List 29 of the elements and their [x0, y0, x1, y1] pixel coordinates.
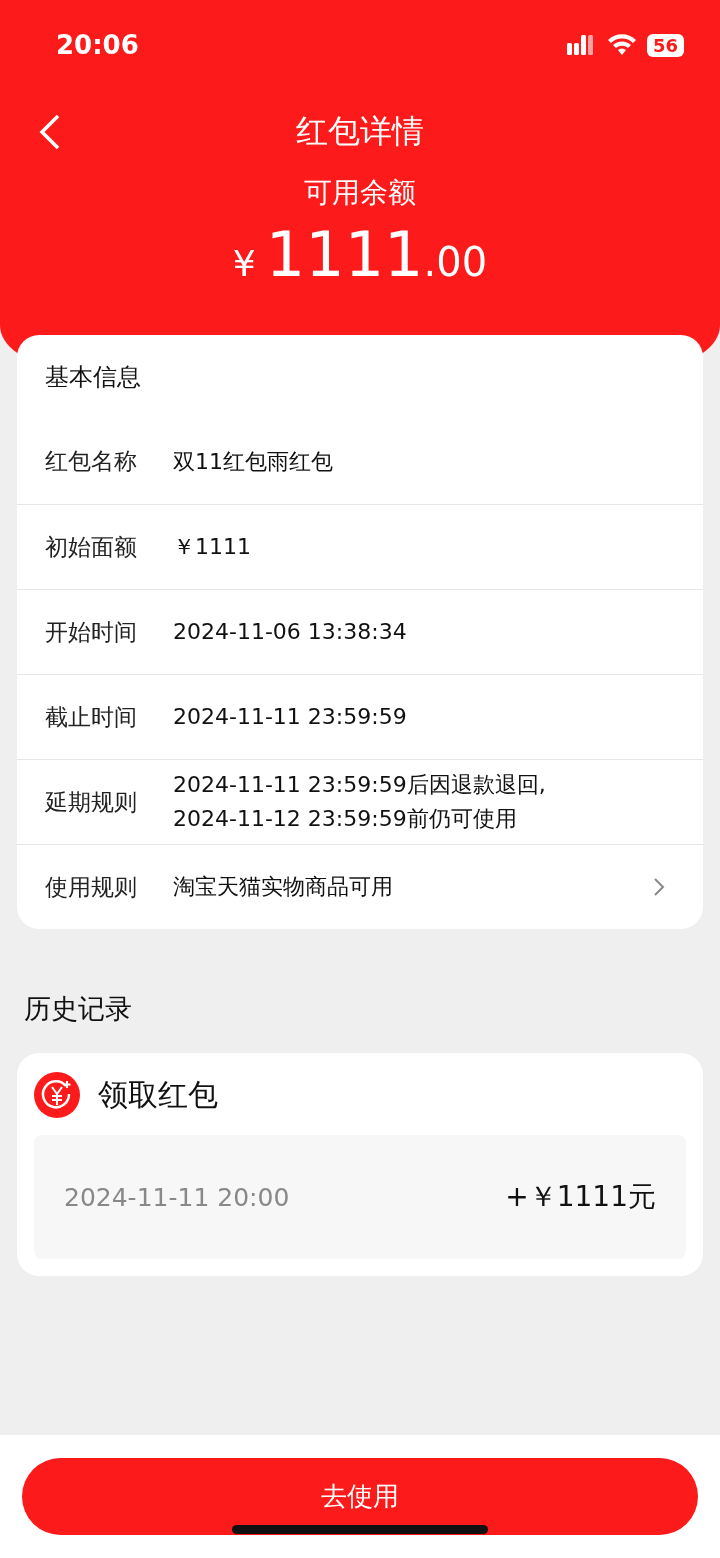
field-value: ￥1111 — [173, 533, 252, 561]
field-label: 开始时间 — [45, 617, 138, 647]
wifi-icon — [606, 34, 637, 56]
field-value: 淘宝天猫实物商品可用 — [173, 873, 394, 901]
balance-label: 可用余额 — [303, 175, 417, 211]
field-label: 初始面额 — [45, 532, 138, 562]
use-button[interactable]: 去使用 — [22, 1458, 698, 1535]
field-value: 2024-11-11 23:59:59 — [173, 703, 408, 731]
record-time: 2024-11-11 20:00 — [64, 1182, 290, 1212]
battery-level: 56 — [646, 33, 684, 57]
field-label: 使用规则 — [45, 872, 138, 902]
status-time: 20:06 — [56, 30, 139, 60]
field-label: 延期规则 — [45, 787, 138, 817]
card-title: 基本信息 — [44, 362, 142, 393]
currency-symbol: ¥ — [232, 243, 256, 284]
record-title: 领取红包 — [98, 1075, 218, 1114]
record-amount: +￥1111元 — [505, 1179, 656, 1215]
field-value: 2024-11-06 13:38:34 — [173, 618, 408, 646]
back-icon[interactable] — [38, 114, 62, 150]
field-label: 截止时间 — [45, 702, 138, 732]
balance-amount: 1111 — [265, 218, 424, 291]
balance-decimal: .00 — [423, 239, 488, 285]
chevron-icon[interactable] — [653, 877, 665, 897]
page-title: 红包详情 — [296, 111, 424, 152]
section-title: 历史记录 — [23, 992, 133, 1026]
field-value: 2024-11-11 23:59:59后因退款退回, 2024-11-12 23:59:59前仍可使用 — [173, 771, 547, 833]
field-value: 双11红包雨红包 — [173, 447, 334, 476]
coin-icon — [34, 1072, 80, 1118]
field-label: 红包名称 — [45, 447, 138, 476]
